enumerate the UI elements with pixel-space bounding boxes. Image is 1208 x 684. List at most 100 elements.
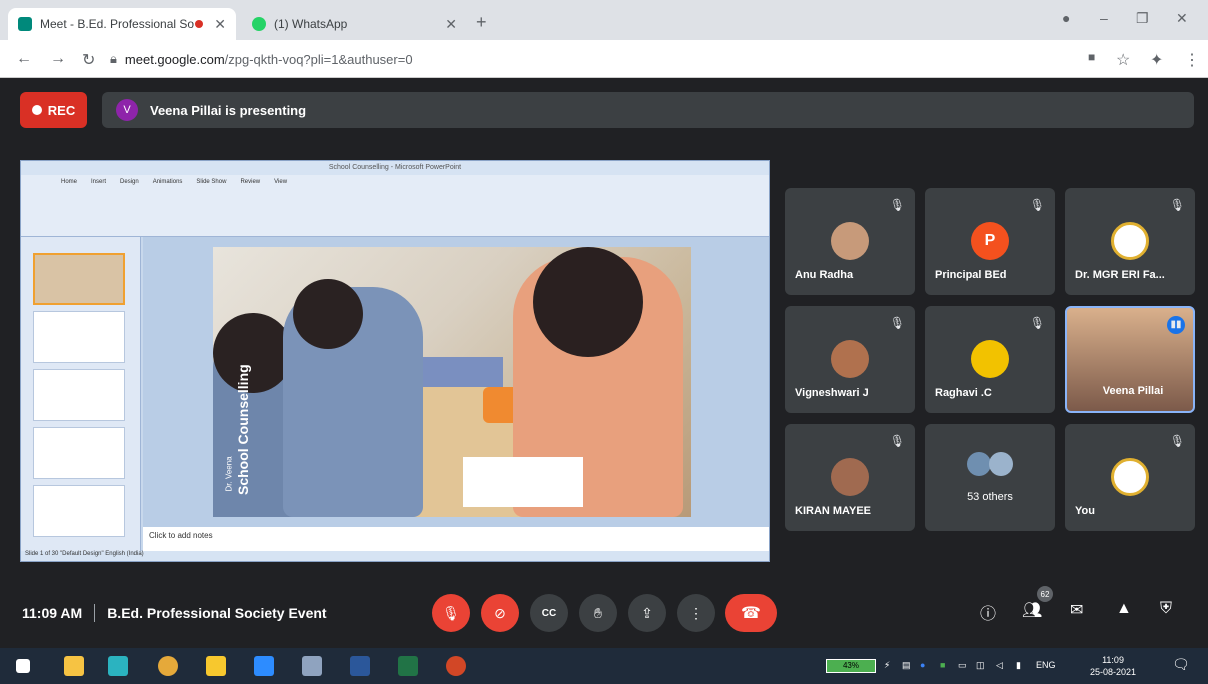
mic-off-icon: 🎙︎ [1169, 198, 1185, 212]
powerpoint-icon[interactable] [446, 656, 466, 676]
recording-badge[interactable]: REC [20, 92, 87, 128]
meeting-info: 11:09 AM B.Ed. Professional Society Even… [22, 604, 327, 622]
tab-meet[interactable]: Meet - B.Ed. Professional So ✕ [8, 8, 236, 40]
slide-watermark: School Counselling Dr. Veena [223, 337, 263, 517]
participant-name: Principal BEd [935, 269, 1007, 281]
close-window-icon[interactable]: ✕ [1176, 10, 1188, 27]
windows-start-icon[interactable] [16, 659, 30, 673]
ppt-title-bar: School Counselling - Microsoft PowerPoin… [21, 161, 769, 175]
display-icon[interactable]: ▭ [958, 660, 967, 671]
more-icon: ⋮ [689, 604, 703, 621]
wifi-icon[interactable]: ◫ [976, 660, 985, 671]
avatar [831, 222, 869, 260]
logo-avatar [1111, 458, 1149, 496]
self-tile[interactable]: 🎙︎ You [1065, 424, 1195, 531]
participant-tile[interactable]: 🎙︎ KIRAN MAYEE [785, 424, 915, 531]
avatar [831, 458, 869, 496]
sticky-notes-icon[interactable] [206, 656, 226, 676]
app-l-icon[interactable] [108, 656, 128, 676]
end-call-button[interactable]: ☎︎ [725, 594, 777, 632]
url-field[interactable]: 🔒︎ meet.google.com /zpg-qkth-voq?pli=1&a… [110, 45, 1140, 73]
mic-off-icon: 🎙︎ [889, 434, 905, 448]
ppt-tab-design: Design [120, 179, 139, 185]
presenting-banner: V Veena Pillai is presenting [102, 92, 1194, 128]
ppt-tab-review: Review [240, 179, 261, 185]
usb-icon[interactable]: ▮ [1016, 660, 1021, 671]
participant-tile[interactable]: 🎙︎ Raghavi .C [925, 306, 1055, 413]
taskbar-clock[interactable]: 11:09 25-08-2021 [1090, 654, 1136, 678]
participant-tile[interactable]: 🎙︎ Anu Radha [785, 188, 915, 295]
record-dot-icon [31, 105, 42, 115]
volume-icon[interactable]: ◁ [996, 660, 1003, 671]
word-icon[interactable] [350, 656, 370, 676]
slide-thumbnail [33, 253, 125, 305]
camera-toggle-button[interactable]: ⊘ [481, 594, 519, 632]
camera-in-use-icon[interactable]: ■ [1088, 50, 1095, 64]
battery-indicator[interactable]: 43% [826, 659, 876, 673]
participant-video-tile[interactable]: ▮▮ Veena Pillai [1065, 306, 1195, 413]
tab-whatsapp[interactable]: (1) WhatsApp ✕ [242, 8, 467, 40]
close-tab-icon[interactable]: ✕ [445, 16, 457, 33]
participant-name: You [1075, 505, 1095, 517]
logo-avatar [1111, 222, 1149, 260]
people-icon[interactable]: 👥︎ [1022, 600, 1042, 620]
raise-hand-button[interactable]: ✋︎ [579, 594, 617, 632]
ppt-notes: Click to add notes [143, 527, 769, 551]
clock-date: 25-08-2021 [1090, 667, 1137, 677]
bookmark-star-icon[interactable]: ☆ [1116, 50, 1130, 70]
ppt-slide-panel [21, 237, 141, 561]
chrome-icon[interactable] [158, 656, 178, 676]
minimize-icon[interactable]: – [1100, 10, 1108, 26]
speaking-icon: ▮▮ [1167, 316, 1185, 334]
maximize-icon[interactable]: ❐ [1136, 10, 1149, 27]
close-tab-icon[interactable]: ✕ [214, 16, 226, 33]
raise-hand-icon: ✋︎ [594, 604, 602, 621]
forward-icon[interactable]: → [50, 50, 66, 68]
meeting-details-icon[interactable]: ⓘ [980, 600, 996, 624]
url-path: /zpg-qkth-voq?pli=1&authuser=0 [224, 51, 413, 67]
file-explorer-icon[interactable] [64, 656, 84, 676]
slide-thumbnail [33, 427, 125, 479]
app-icon[interactable] [302, 656, 322, 676]
ppt-tab-view: View [274, 179, 288, 185]
notifications-icon[interactable]: 🗨︎ [1172, 656, 1190, 673]
ppt-status-bar: Slide 1 of 30 "Default Design" English (… [21, 551, 769, 561]
meeting-time: 11:09 AM [22, 605, 83, 621]
network-icon[interactable]: ▤ [902, 660, 911, 671]
chat-icon[interactable]: ✉︎ [1070, 600, 1083, 620]
participant-tile[interactable]: 🎙︎ Vigneshwari J [785, 306, 915, 413]
others-tile[interactable]: 53 others [925, 424, 1055, 531]
power-icon[interactable]: ⚡︎ [884, 660, 890, 671]
participant-name: Veena Pillai [1102, 385, 1164, 397]
ppt-tab-home: Home [61, 179, 78, 185]
menu-icon[interactable]: ⋮ [1184, 50, 1200, 70]
end-call-icon: ☎︎ [741, 605, 761, 622]
extension-icon[interactable]: ✦ [1150, 50, 1163, 70]
tray-app-icon[interactable]: ■ [940, 660, 945, 670]
captions-button[interactable]: CC [530, 594, 568, 632]
present-button[interactable]: ⇪ [628, 594, 666, 632]
host-controls-icon[interactable]: ⛨ [1160, 600, 1172, 618]
participant-name: KIRAN MAYEE [795, 505, 871, 517]
excel-icon[interactable] [398, 656, 418, 676]
avatar: P [971, 222, 1009, 260]
mic-toggle-button[interactable]: 🎙︎ [432, 594, 470, 632]
bluetooth-icon[interactable]: ● [920, 660, 925, 670]
activities-icon[interactable]: ▲ [1116, 600, 1132, 618]
windows-taskbar: 43% ⚡︎ ▤ ● ■ ▭ ◫ ◁ ▮ ENG 11:09 25-08-202… [0, 648, 1208, 684]
reload-icon[interactable]: ↻ [82, 50, 95, 70]
language-indicator[interactable]: ENG [1036, 660, 1056, 670]
meeting-title: B.Ed. Professional Society Event [107, 605, 327, 621]
more-options-button[interactable]: ⋮ [677, 594, 715, 632]
url-host: meet.google.com [124, 51, 225, 67]
watermark-title: School Counselling [235, 364, 251, 495]
profile-icon[interactable]: ● [1062, 10, 1070, 26]
participant-tile[interactable]: 🎙︎ P Principal BEd [925, 188, 1055, 295]
mic-off-icon: 🎙︎ [442, 604, 460, 621]
back-icon[interactable]: ← [16, 50, 32, 68]
participant-tile[interactable]: 🎙︎ Dr. MGR ERI Fa... [1065, 188, 1195, 295]
present-icon: ⇪ [641, 604, 653, 621]
lock-icon: 🔒︎ [110, 51, 117, 66]
zoom-icon[interactable] [254, 656, 274, 676]
new-tab-icon[interactable]: + [476, 12, 487, 33]
